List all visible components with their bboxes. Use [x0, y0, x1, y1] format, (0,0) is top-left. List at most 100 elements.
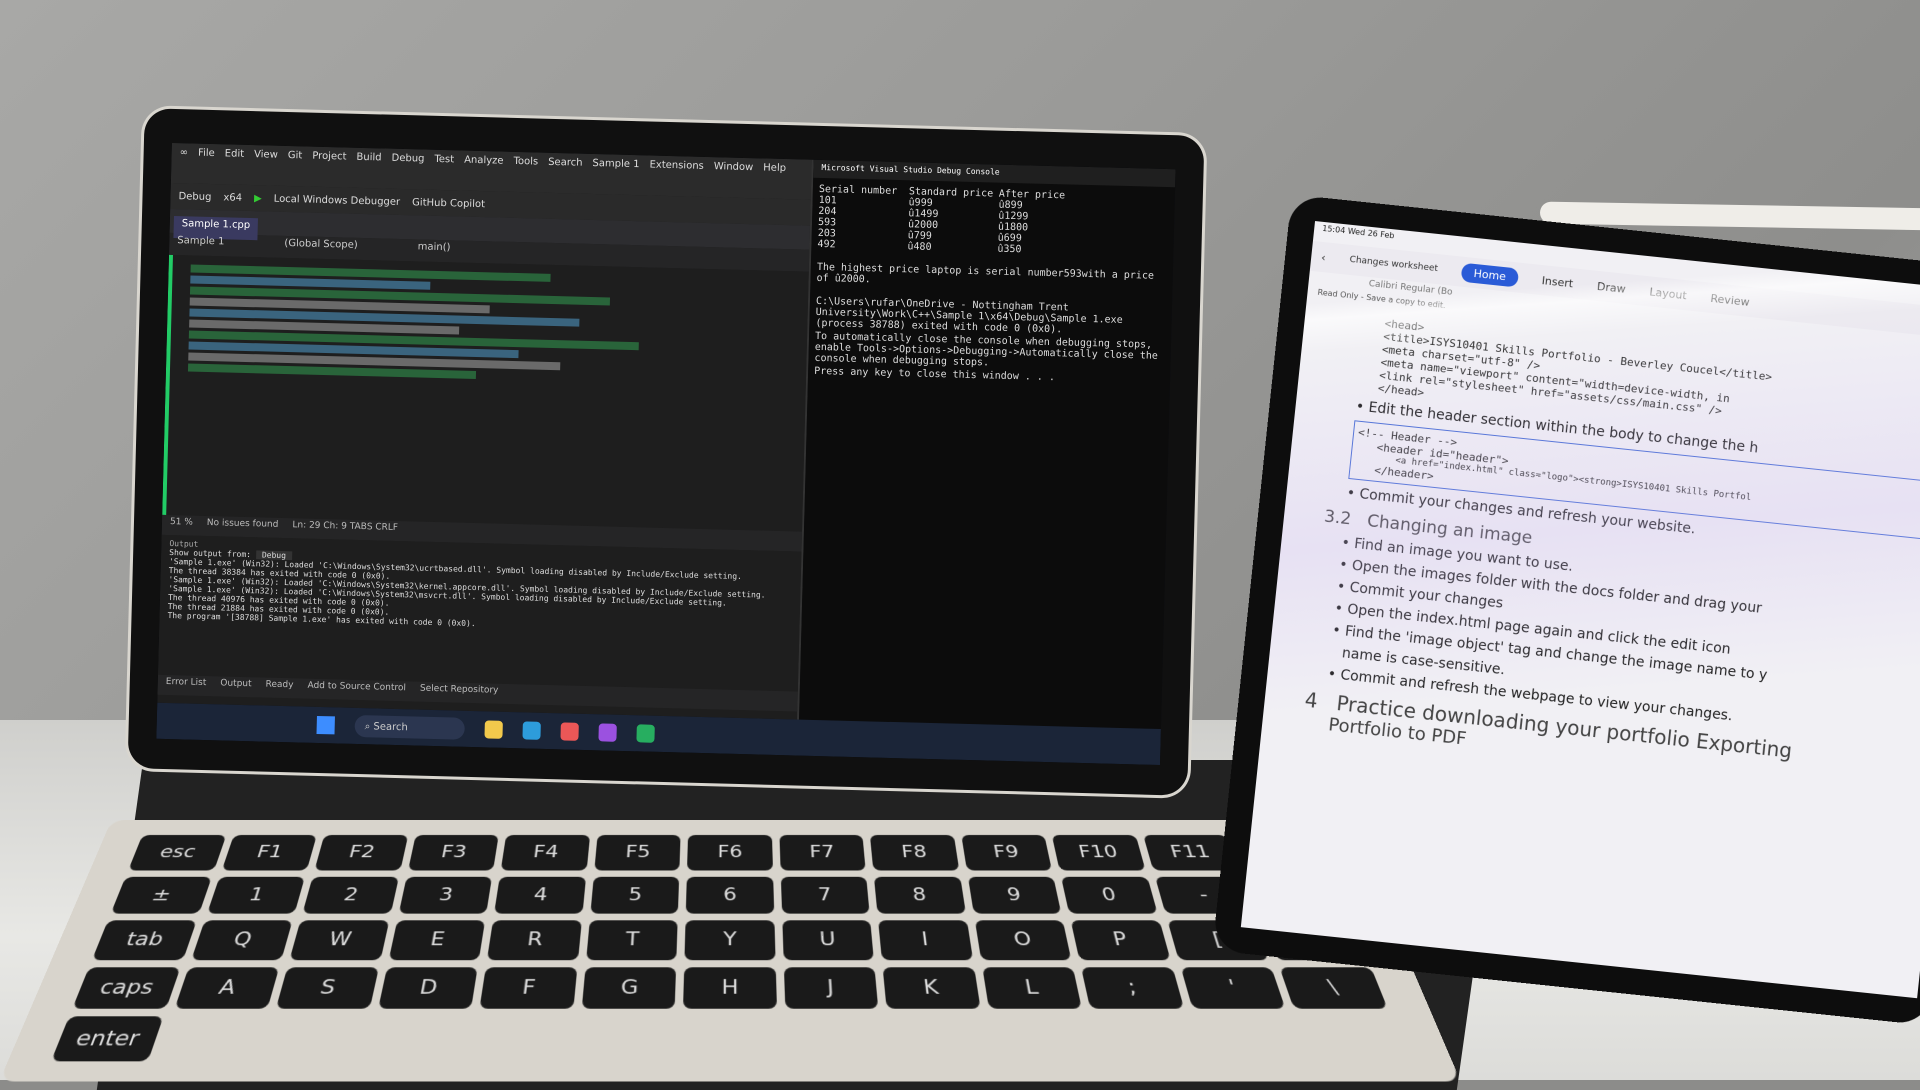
keyboard-key[interactable]: 3 [398, 877, 492, 914]
status-ready: Ready [265, 680, 293, 697]
tab-insert[interactable]: Insert [1541, 274, 1574, 290]
keyboard-key[interactable]: F4 [501, 835, 590, 870]
back-chevron-icon[interactable]: ‹ [1321, 250, 1327, 263]
keyboard-key[interactable]: D [378, 967, 478, 1009]
tab-layout[interactable]: Layout [1649, 285, 1688, 302]
menu-git[interactable]: Git [287, 150, 302, 182]
solution-name: Sample 1 [592, 158, 640, 191]
chrome-icon[interactable] [560, 722, 578, 740]
keyboard-key[interactable]: U [782, 920, 874, 959]
taskbar-search[interactable]: ⌕ Search [354, 715, 465, 740]
keyboard-key[interactable]: F2 [315, 835, 408, 870]
keyboard-key[interactable]: F5 [594, 835, 681, 870]
keyboard-key[interactable]: E [388, 920, 485, 959]
keyboard-key[interactable]: \ [1280, 967, 1388, 1009]
keyboard-key[interactable]: A [174, 967, 279, 1009]
keyboard-key[interactable]: tab [92, 920, 196, 959]
keyboard-key[interactable]: S [276, 967, 379, 1009]
keyboard-key[interactable]: Y [685, 920, 776, 959]
keyboard-key[interactable]: 4 [494, 877, 586, 914]
keyboard-key[interactable]: F10 [1052, 835, 1145, 870]
keyboard-key[interactable]: H [683, 967, 777, 1009]
keyboard-key[interactable]: ± [111, 877, 212, 914]
scope-dropdown[interactable]: (Global Scope) [284, 238, 358, 258]
keyboard-key[interactable]: 2 [302, 877, 398, 914]
document-body: <head> <title>ISYS10401 Skills Portfolio… [1261, 303, 1920, 806]
menu-edit[interactable]: Edit [224, 148, 244, 180]
tab-output[interactable]: Output [220, 678, 252, 695]
keyboard-key[interactable]: F1 [221, 835, 317, 870]
output-panel[interactable]: Output Show output from: Debug 'Sample 1… [158, 535, 801, 692]
tab-error-list[interactable]: Error List [166, 677, 207, 694]
keyboard-key[interactable]: L [982, 967, 1082, 1009]
edge-icon[interactable] [522, 721, 540, 739]
keyboard-key[interactable]: K [883, 967, 981, 1009]
keyboard-key[interactable]: enter [51, 1017, 163, 1062]
keyboard-key[interactable]: G [581, 967, 676, 1009]
play-icon[interactable]: ▶ [254, 193, 262, 204]
run-target-button[interactable]: Local Windows Debugger [274, 193, 401, 207]
keyboard: escF1F2F3F4F5F6F7F8F9F10F11F12±123456789… [51, 835, 1409, 1061]
keyboard-key[interactable]: I [878, 920, 973, 959]
keyboard-key[interactable]: R [487, 920, 582, 959]
keyboard-key[interactable]: ' [1181, 967, 1286, 1009]
keyboard-key[interactable]: 0 [1061, 877, 1157, 914]
app-icon[interactable] [636, 724, 654, 742]
menu-file[interactable]: File [197, 148, 215, 180]
keyboard-key[interactable]: F7 [779, 835, 866, 870]
keyboard-key[interactable]: 8 [874, 877, 966, 914]
keyboard-key[interactable]: esc [128, 835, 226, 870]
menu-help[interactable]: Help [763, 162, 787, 195]
keyboard-key[interactable]: 7 [781, 877, 870, 914]
keyboard-key[interactable]: Q [191, 920, 293, 959]
menu-debug[interactable]: Debug [391, 153, 425, 186]
platform-dropdown[interactable]: x64 [223, 192, 242, 203]
keyboard-key[interactable]: F [480, 967, 578, 1009]
keyboard-key[interactable]: F3 [408, 835, 499, 870]
keyboard-key[interactable]: 6 [686, 877, 774, 914]
config-dropdown[interactable]: Debug [178, 191, 211, 203]
issues-status[interactable]: No issues found [207, 518, 279, 536]
menu-build[interactable]: Build [356, 152, 382, 185]
keyboard-key[interactable]: J [784, 967, 879, 1009]
menu-tools[interactable]: Tools [513, 156, 538, 189]
code-editor[interactable] [162, 255, 809, 532]
source-control-button[interactable]: Add to Source Control [307, 681, 406, 700]
keyboard-key[interactable]: F6 [687, 835, 773, 870]
copilot-button[interactable]: GitHub Copilot [412, 197, 485, 210]
function-dropdown[interactable]: main() [417, 241, 450, 260]
vs-search[interactable]: Search [547, 157, 582, 190]
visual-studio-icon[interactable] [598, 723, 616, 741]
keyboard-key[interactable]: 5 [590, 877, 679, 914]
keyboard-key[interactable]: F9 [961, 835, 1052, 870]
project-dropdown[interactable]: Sample 1 [177, 235, 225, 254]
menu-project[interactable]: Project [312, 151, 347, 184]
keyboard-key[interactable]: W [289, 920, 388, 959]
vs-logo-icon[interactable]: ∞ [179, 147, 188, 179]
keyboard-key[interactable]: 1 [206, 877, 305, 914]
file-explorer-icon[interactable] [484, 720, 502, 738]
menu-view[interactable]: View [253, 149, 278, 182]
keyboard-key[interactable]: ; [1081, 967, 1184, 1009]
tab-review[interactable]: Review [1710, 291, 1750, 308]
tab-home[interactable]: Home [1461, 262, 1519, 287]
keyboard-key[interactable]: T [586, 920, 678, 959]
keyboard-key[interactable]: P [1071, 920, 1170, 959]
tab-draw[interactable]: Draw [1596, 279, 1626, 295]
keyboard-key[interactable]: O [975, 920, 1072, 959]
menu-extensions[interactable]: Extensions [649, 159, 704, 192]
menu-window[interactable]: Window [713, 161, 753, 194]
keyboard-key[interactable]: caps [72, 967, 180, 1009]
console-output[interactable]: Serial number Standard price After price… [808, 178, 1175, 392]
doc-title: Changes worksheet [1349, 255, 1438, 274]
section-number: 4 [1304, 688, 1319, 713]
keyboard-key[interactable]: F8 [870, 835, 959, 870]
select-repo-button[interactable]: Select Repository [420, 684, 499, 702]
windows-start-icon[interactable] [316, 716, 334, 734]
menu-analyze[interactable]: Analyze [463, 155, 503, 188]
menu-test[interactable]: Test [434, 154, 455, 187]
debug-console-window: Microsoft Visual Studio Debug Console Se… [799, 160, 1176, 729]
zoom-level[interactable]: 51 % [170, 517, 193, 534]
keyboard-key[interactable]: 9 [968, 877, 1062, 914]
serial-cell: 492 [817, 239, 907, 252]
